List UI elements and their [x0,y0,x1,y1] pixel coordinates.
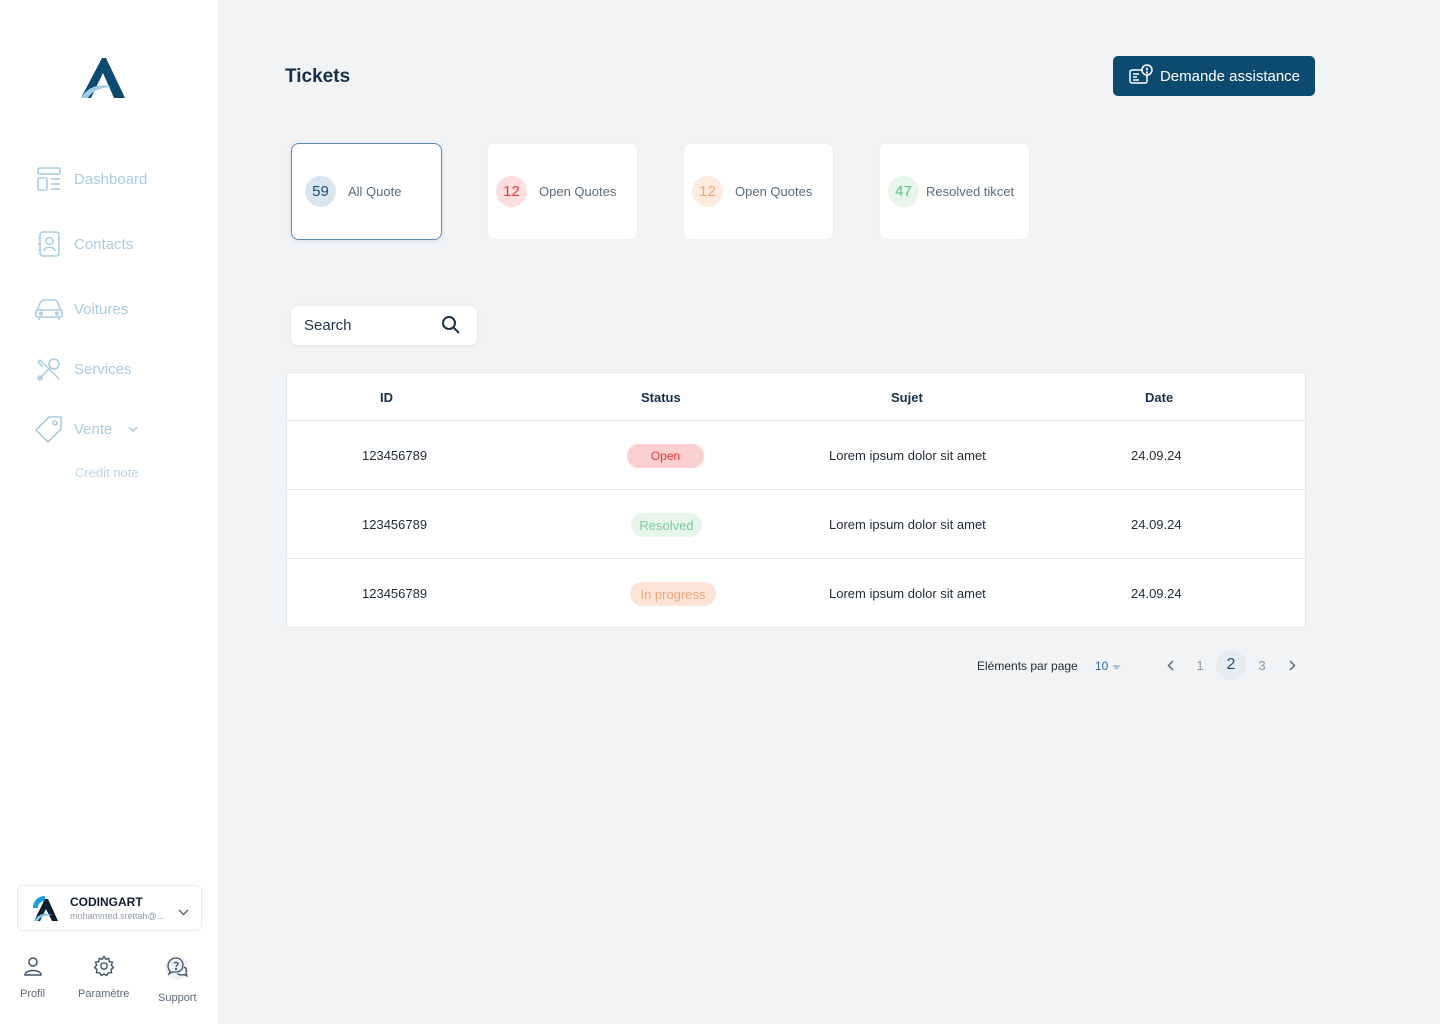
ticket-date: 24.09.24 [1131,586,1182,601]
next-page-button[interactable] [1277,650,1307,680]
account-email: mohammed.srettah@... [70,911,165,921]
items-per-page-select[interactable]: 10 [1095,659,1122,673]
chevron-down-icon [128,426,138,432]
profile-button[interactable]: Profil [20,955,45,1000]
stat-count: 47 [888,176,919,207]
nav-item-services[interactable]: Services [34,354,132,384]
nav-item-vente[interactable]: Vente [34,414,138,444]
ticket-id: 123456789 [362,586,428,601]
app-logo[interactable] [78,56,128,100]
ticket-date: 24.09.24 [1131,448,1182,463]
stat-label: All Quote [348,184,402,199]
stat-count: 59 [305,176,336,207]
dashboard-icon [34,164,64,194]
contacts-icon [34,229,64,259]
page-2-button[interactable]: 2 [1216,650,1246,680]
ticket-subject: Lorem ipsum dolor sit amet [829,448,986,463]
settings-button[interactable]: Paramètre [78,955,129,1000]
search-icon[interactable] [441,315,461,340]
stat-count: 12 [692,176,723,207]
status-badge: Resolved [631,513,702,537]
nav-label: Services [74,360,132,378]
tickets-table: ID Status Sujet Date 123456789 Open Lore… [286,372,1306,628]
table-row[interactable]: 123456789 Resolved Lorem ipsum dolor sit… [287,490,1305,559]
chevron-down-icon [178,903,189,921]
sidebar: Dashboard Contacts Voitures Services Ven… [0,0,218,1024]
account-info: CODINGART mohammed.srettah@... [70,895,176,921]
column-header-id[interactable]: ID [380,390,393,405]
page-title: Tickets [285,66,351,87]
status-badge: Open [627,444,704,468]
request-assistance-button[interactable]: Demande assistance [1113,56,1315,96]
nav-label: Dashboard [74,170,148,188]
account-name: CODINGART [70,895,143,909]
support-label: Support [158,992,197,1004]
request-assistance-label: Demande assistance [1159,67,1301,85]
stat-card-open-quotes[interactable]: 12 Open Quotes [487,143,638,240]
nav-subitem-credit-note[interactable]: Credit note [75,465,139,480]
settings-label: Paramètre [78,988,130,1000]
profile-label: Profil [20,988,46,1000]
column-header-date[interactable]: Date [1145,390,1173,405]
nav-item-contacts[interactable]: Contacts [34,229,133,259]
tools-icon [34,354,64,384]
search-input[interactable] [304,317,434,334]
page-3-button[interactable]: 3 [1247,650,1277,680]
nav-label: Contacts [74,235,134,253]
items-per-page-value: 10 [1095,659,1109,673]
tag-icon [34,414,64,444]
column-header-subject[interactable]: Sujet [891,390,923,405]
stat-count: 12 [496,176,527,207]
ticket-help-icon [1128,63,1154,89]
gear-icon [93,955,115,982]
ticket-date: 24.09.24 [1131,517,1182,532]
stat-label: Resolved tikcet [926,184,1015,199]
table-row[interactable]: 123456789 Open Lorem ipsum dolor sit ame… [287,421,1305,490]
chevron-left-icon [1166,659,1174,671]
caret-down-icon [1112,659,1122,673]
nav-label: Voitures [74,300,129,318]
prev-page-button[interactable] [1155,650,1185,680]
stat-label: Open Quotes [735,184,813,199]
nav-item-dashboard[interactable]: Dashboard [34,164,147,194]
table-header: ID Status Sujet Date [287,373,1305,421]
account-logo [33,896,58,921]
car-icon [34,294,64,324]
support-button[interactable]: Support [158,955,197,1004]
ticket-id: 123456789 [362,517,428,532]
stat-card-resolved[interactable]: 47 Resolved tikcet [879,143,1030,240]
stat-label: Open Quotes [539,184,617,199]
search-box [291,306,477,345]
column-header-status[interactable]: Status [641,390,681,405]
ticket-id: 123456789 [362,448,428,463]
status-badge: In progress [630,582,716,606]
user-icon [22,955,44,982]
support-icon [164,955,190,986]
ticket-subject: Lorem ipsum dolor sit amet [829,586,986,601]
nav-label: Vente [74,420,113,438]
stat-card-open-quotes-2[interactable]: 12 Open Quotes [683,143,834,240]
ticket-subject: Lorem ipsum dolor sit amet [829,517,986,532]
items-per-page-label: Eléments par page [977,659,1078,673]
nav-item-voitures[interactable]: Voitures [34,294,128,324]
stat-card-all-quote[interactable]: 59 All Quote [291,143,442,240]
page-1-button[interactable]: 1 [1185,650,1215,680]
chevron-right-icon [1288,659,1296,671]
account-switcher[interactable]: CODINGART mohammed.srettah@... [17,885,202,931]
table-row[interactable]: 123456789 In progress Lorem ipsum dolor … [287,559,1305,628]
